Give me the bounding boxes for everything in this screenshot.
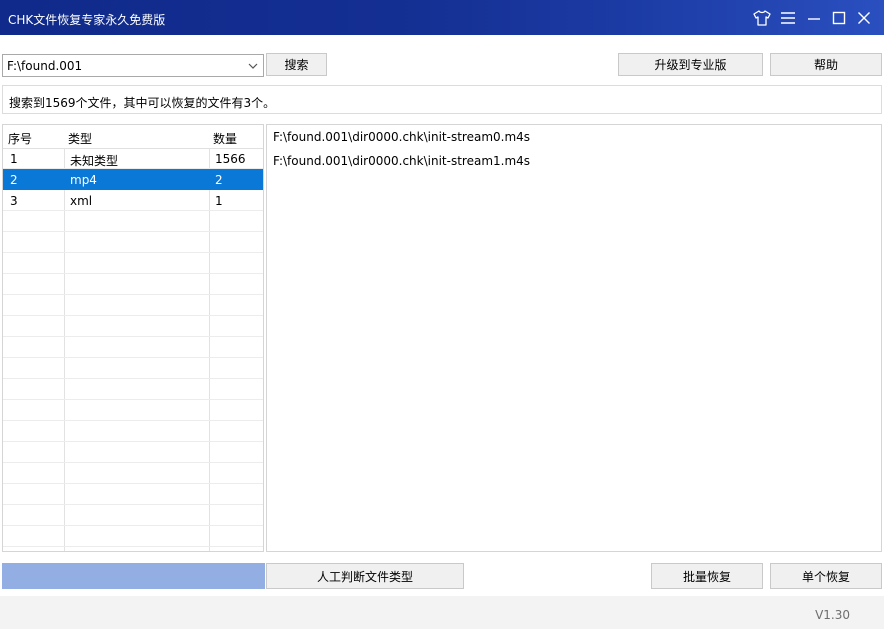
row-type: 未知类型: [70, 154, 119, 168]
upgrade-button[interactable]: 升级到专业版: [618, 53, 763, 76]
header-index[interactable]: 序号: [8, 130, 32, 147]
empty-table-row: [3, 442, 263, 463]
row-count: 1566: [215, 152, 246, 166]
footer-bar: V1.30: [0, 596, 884, 629]
row-index: 2: [10, 173, 18, 187]
empty-table-row: [3, 379, 263, 400]
header-count[interactable]: 数量: [213, 130, 237, 147]
empty-table-row: [3, 316, 263, 337]
table-row[interactable]: 3 xml 1: [3, 190, 263, 211]
chevron-down-icon[interactable]: [247, 60, 259, 72]
row-index: 3: [10, 194, 18, 208]
table-row[interactable]: 1 未知类型 1566: [3, 148, 263, 169]
empty-table-row: [3, 337, 263, 358]
maximize-icon[interactable]: [829, 8, 849, 28]
title-bar: CHK文件恢复专家永久免费版: [0, 0, 884, 35]
drive-path-select[interactable]: F:\found.001: [2, 54, 264, 77]
row-count: 2: [215, 173, 223, 187]
menu-icon[interactable]: [778, 8, 798, 28]
file-list-item[interactable]: F:\found.001\dir0000.chk\init-stream1.m4…: [273, 154, 530, 168]
drive-path-value: F:\found.001: [7, 59, 83, 73]
empty-table-row: [3, 253, 263, 274]
batch-restore-button[interactable]: 批量恢复: [651, 563, 763, 589]
header-type[interactable]: 类型: [68, 130, 92, 147]
search-button[interactable]: 搜索: [266, 53, 327, 76]
empty-table-row: [3, 400, 263, 421]
window-title: CHK文件恢复专家永久免费版: [8, 13, 166, 27]
close-icon[interactable]: [854, 8, 874, 28]
version-label: V1.30: [815, 608, 850, 622]
row-index: 1: [10, 152, 18, 166]
recoverable-file-list[interactable]: F:\found.001\dir0000.chk\init-stream0.m4…: [266, 124, 882, 552]
empty-table-row: [3, 232, 263, 253]
file-type-table[interactable]: 序号 类型 数量 1 未知类型 1566 2 mp4 2 3 xml 1: [2, 124, 264, 552]
empty-table-row: [3, 463, 263, 484]
row-count: 1: [215, 194, 223, 208]
single-restore-button[interactable]: 单个恢复: [770, 563, 882, 589]
progress-bar: [2, 563, 265, 589]
empty-table-row: [3, 358, 263, 379]
empty-table-row: [3, 484, 263, 505]
minimize-icon[interactable]: [804, 8, 824, 28]
empty-table-row: [3, 274, 263, 295]
table-header: 序号 类型 数量: [3, 125, 263, 149]
manual-file-type-button[interactable]: 人工判断文件类型: [266, 563, 464, 589]
tshirt-skin-icon[interactable]: [752, 8, 772, 28]
row-type: mp4: [70, 173, 97, 187]
empty-table-row: [3, 505, 263, 526]
empty-table-row: [3, 526, 263, 547]
status-panel: 搜索到1569个文件，其中可以恢复的文件有3个。: [2, 85, 882, 114]
help-button[interactable]: 帮助: [770, 53, 882, 76]
status-message: 搜索到1569个文件，其中可以恢复的文件有3个。: [9, 96, 276, 110]
empty-table-row: [3, 421, 263, 442]
table-row-selected[interactable]: 2 mp4 2: [3, 169, 263, 190]
row-type: xml: [70, 194, 93, 208]
file-list-item[interactable]: F:\found.001\dir0000.chk\init-stream0.m4…: [273, 130, 530, 144]
empty-table-row: [3, 295, 263, 316]
empty-table-row: [3, 211, 263, 232]
